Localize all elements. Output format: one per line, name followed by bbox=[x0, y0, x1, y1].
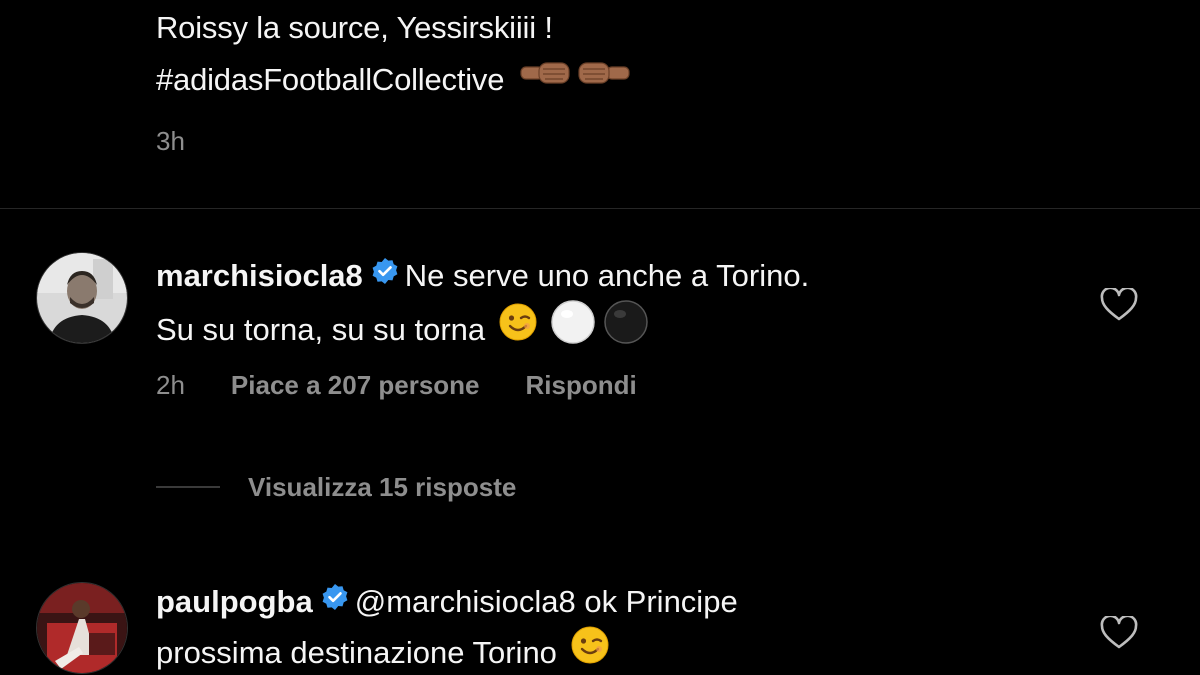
white-circle-emoji-icon bbox=[550, 299, 596, 359]
verified-badge-icon bbox=[321, 577, 349, 625]
post-caption: Roissy la source, Yessirskiiii ! #adidas… bbox=[156, 0, 631, 108]
avatar[interactable] bbox=[36, 252, 128, 344]
comment-text-line-1: ok Principe bbox=[584, 584, 738, 619]
likes-count-link[interactable]: Piace a 207 persone bbox=[231, 370, 480, 400]
comment-text-line-1: Ne serve uno anche a Torino. bbox=[404, 258, 810, 293]
comment-username[interactable]: paulpogba bbox=[156, 584, 313, 619]
caption-line-2: #adidasFootballCollective bbox=[156, 54, 631, 108]
like-heart-icon[interactable] bbox=[1100, 286, 1138, 322]
comment-text-line-2: Su su torna, su su torna bbox=[156, 312, 486, 347]
comment-meta: 2h Piace a 207 persone Rispondi bbox=[156, 370, 683, 401]
comments-screen: Roissy la source, Yessirskiiii ! #adidas… bbox=[0, 0, 1200, 675]
avatar[interactable] bbox=[36, 582, 128, 674]
divider bbox=[0, 208, 1200, 209]
comment-username[interactable]: marchisiocla8 bbox=[156, 258, 363, 293]
verified-badge-icon bbox=[371, 251, 399, 299]
like-heart-icon[interactable] bbox=[1100, 614, 1138, 650]
fist-bump-emoji-icon bbox=[519, 56, 631, 108]
comment-body: marchisiocla8 Ne serve uno anche a Torin… bbox=[156, 252, 809, 362]
view-replies-button[interactable]: Visualizza 15 risposte bbox=[156, 472, 516, 503]
comment-body: paulpogba @marchisiocla8 ok Principe pro… bbox=[156, 578, 738, 675]
wink-emoji-icon bbox=[498, 302, 538, 356]
reply-button[interactable]: Rispondi bbox=[526, 370, 637, 400]
comment-text-line-2: prossima destinazione Torino bbox=[156, 635, 557, 670]
view-replies-label: Visualizza 15 risposte bbox=[248, 472, 517, 502]
caption-line-1: Roissy la source, Yessirskiiii ! bbox=[156, 10, 553, 45]
hashtag-link[interactable]: #adidasFootballCollective bbox=[156, 62, 504, 97]
wink-emoji-icon bbox=[570, 625, 610, 675]
mention-link[interactable]: @marchisiocla8 bbox=[355, 584, 576, 619]
comment-timestamp: 2h bbox=[156, 370, 185, 400]
black-circle-emoji-icon bbox=[603, 299, 649, 359]
post-timestamp: 3h bbox=[156, 126, 185, 156]
replies-divider-line bbox=[156, 486, 220, 489]
